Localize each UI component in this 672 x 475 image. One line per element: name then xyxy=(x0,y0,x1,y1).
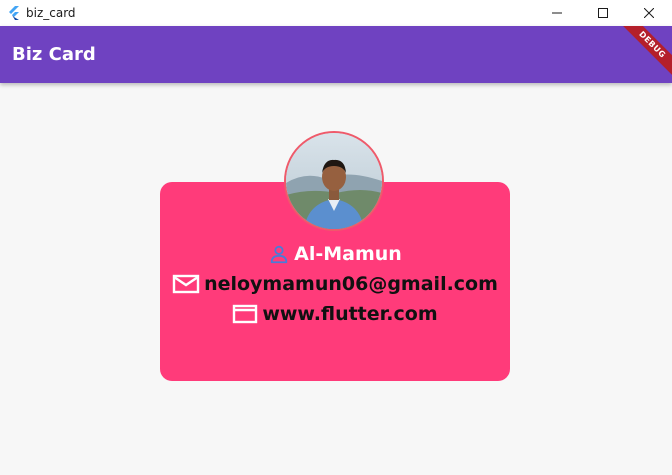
app-window: biz_card Biz Card DEBUG Al-Mamun neloyma… xyxy=(0,0,672,475)
window-titlebar: biz_card xyxy=(0,0,672,26)
mail-icon xyxy=(172,273,200,295)
name-row: Al-Mamun xyxy=(160,241,510,267)
website-row: www.flutter.com xyxy=(160,301,510,327)
window-controls xyxy=(534,0,672,26)
avatar xyxy=(284,131,384,231)
maximize-button[interactable] xyxy=(580,0,626,26)
name-text: Al-Mamun xyxy=(294,243,402,265)
maximize-icon xyxy=(598,8,608,18)
close-icon xyxy=(644,8,654,18)
app-bar: Biz Card xyxy=(0,26,672,83)
flutter-logo-icon xyxy=(8,6,20,20)
debug-label: DEBUG xyxy=(618,26,672,79)
minimize-button[interactable] xyxy=(534,0,580,26)
profile-photo xyxy=(286,133,382,229)
debug-banner: DEBUG xyxy=(616,26,672,82)
email-text: neloymamun06@gmail.com xyxy=(204,273,498,295)
minimize-icon xyxy=(552,12,562,14)
page-title: Biz Card xyxy=(12,44,96,65)
website-text: www.flutter.com xyxy=(262,303,438,325)
email-row: neloymamun06@gmail.com xyxy=(160,271,510,297)
person-icon xyxy=(268,243,290,265)
close-button[interactable] xyxy=(626,0,672,26)
window-title: biz_card xyxy=(26,6,76,20)
web-icon xyxy=(232,303,258,325)
